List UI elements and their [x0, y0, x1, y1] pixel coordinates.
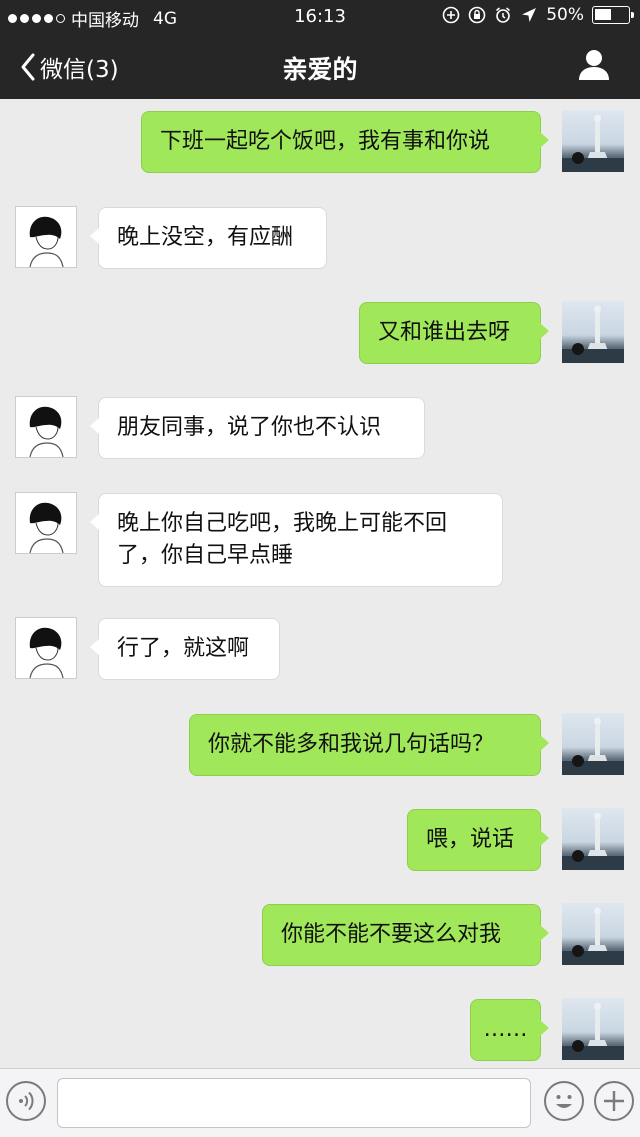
- contact-avatar[interactable]: [15, 617, 77, 679]
- message-text: 行了，就这啊: [117, 636, 250, 661]
- contact-avatar[interactable]: [15, 206, 77, 268]
- plus-icon: [604, 1091, 624, 1111]
- message-text: 喂，说话: [426, 827, 515, 852]
- top-bar: 中国移动 4G 16:13 50% 微信(3) 亲爱的: [0, 0, 640, 99]
- message-text: 朋友同事，说了你也不认识: [117, 415, 382, 440]
- my-avatar[interactable]: [562, 808, 624, 870]
- message-bubble[interactable]: 下班一起吃个饭吧，我有事和你说: [141, 111, 549, 173]
- message-text: 下班一起吃个饭吧，我有事和你说: [160, 129, 491, 154]
- contact-avatar[interactable]: [15, 492, 77, 554]
- message-text: 你就不能多和我说几句话吗？: [208, 732, 495, 757]
- screen-rotation-icon: [442, 6, 460, 24]
- message-bubble[interactable]: 朋友同事，说了你也不认识: [90, 397, 425, 459]
- contact-profile-icon[interactable]: [576, 46, 612, 82]
- message-input[interactable]: [57, 1078, 531, 1128]
- message-bubble[interactable]: 喂，说话: [407, 809, 549, 871]
- message-text: 晚上你自己吃吧，我晚上可能不回了，你自己早点睡: [117, 511, 448, 568]
- back-label: 微信(3): [40, 57, 119, 83]
- statue-photo-icon: [562, 717, 624, 775]
- message-bubble[interactable]: 又和谁出去呀: [359, 302, 549, 364]
- my-avatar[interactable]: [562, 110, 624, 172]
- cartoon-person-icon: [29, 627, 64, 678]
- statue-photo-icon: [562, 907, 624, 965]
- input-bar: [0, 1068, 640, 1137]
- my-avatar[interactable]: [562, 713, 624, 775]
- chat-area[interactable]: 下班一起吃个饭吧，我有事和你说 晚上没空，有应酬 又和谁出去呀 朋友同事，说了你…: [0, 99, 640, 1068]
- message-bubble[interactable]: ……: [470, 999, 549, 1061]
- message-bubble[interactable]: 你就不能多和我说几句话吗？: [189, 714, 549, 776]
- cartoon-person-icon: [29, 406, 64, 457]
- statue-photo-icon: [562, 812, 624, 870]
- voice-wave-icon: [19, 1091, 34, 1111]
- voice-input-button[interactable]: [6, 1081, 46, 1121]
- statue-photo-icon: [562, 305, 624, 363]
- chevron-left-icon: [21, 53, 35, 81]
- message-bubble[interactable]: 晚上没空，有应酬: [90, 207, 327, 269]
- emoji-button[interactable]: [544, 1081, 584, 1121]
- status-right: 50%: [442, 5, 634, 25]
- cartoon-person-icon: [29, 216, 64, 267]
- message-text: 又和谁出去呀: [378, 320, 511, 345]
- back-button[interactable]: 微信(3): [20, 50, 119, 84]
- orientation-lock-icon: [468, 6, 486, 24]
- my-avatar[interactable]: [562, 998, 624, 1060]
- message-bubble[interactable]: 行了，就这啊: [90, 618, 280, 680]
- message-text: 晚上没空，有应酬: [117, 225, 294, 250]
- message-bubble[interactable]: 晚上你自己吃吧，我晚上可能不回了，你自己早点睡: [90, 493, 503, 587]
- cartoon-person-icon: [29, 502, 64, 553]
- message-text: 你能不能不要这么对我: [281, 922, 502, 947]
- nav-bar: 微信(3) 亲爱的: [0, 32, 640, 99]
- location-arrow-icon: [522, 8, 537, 22]
- battery-percent: 50%: [546, 5, 584, 25]
- more-options-button[interactable]: [594, 1081, 634, 1121]
- my-avatar[interactable]: [562, 903, 624, 965]
- battery-icon: [592, 6, 634, 24]
- message-text: ……: [483, 1017, 528, 1042]
- contact-avatar[interactable]: [15, 396, 77, 458]
- statue-photo-icon: [562, 1002, 624, 1060]
- status-bar: 中国移动 4G 16:13 50%: [0, 0, 640, 32]
- statue-photo-icon: [562, 114, 624, 172]
- alarm-icon: [496, 7, 511, 23]
- smiley-icon: [556, 1095, 572, 1108]
- message-bubble[interactable]: 你能不能不要这么对我: [262, 904, 549, 966]
- my-avatar[interactable]: [562, 301, 624, 363]
